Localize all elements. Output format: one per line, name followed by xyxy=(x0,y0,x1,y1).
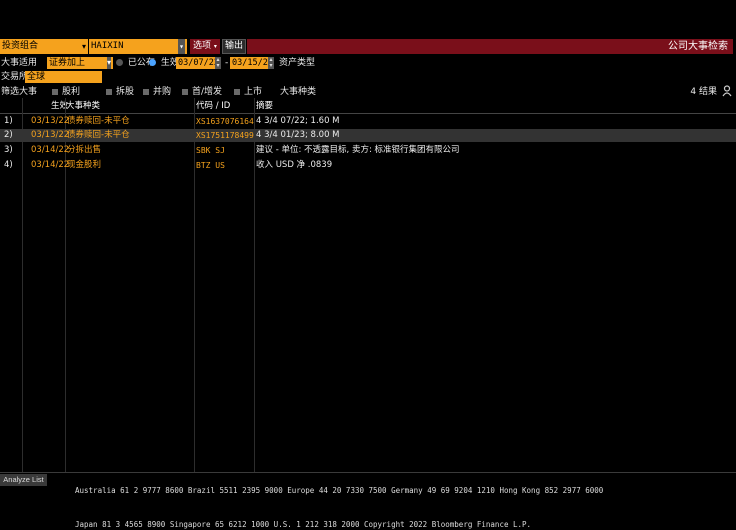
result-count: 4 结果 xyxy=(690,87,717,97)
row-number: 1) xyxy=(4,116,13,126)
row-number: 4) xyxy=(4,160,13,170)
table-row[interactable]: 3) 03/14/22 分拆出售 SBK SJ 建议 - 单位: 不透露目标, … xyxy=(0,144,736,157)
filter-split-label: 拆股 xyxy=(116,87,135,97)
event-scope-value: 证券加上 xyxy=(49,58,86,68)
row-date: 03/13/22 xyxy=(31,130,70,140)
date-to-input[interactable]: 03/15/22 xyxy=(230,57,273,69)
chevron-down-icon: ▾ xyxy=(81,42,86,51)
row-summary: 收入 USD 净 .0839 xyxy=(256,160,333,170)
exchange-input[interactable]: 全球 xyxy=(25,71,102,83)
portfolio-name-dropdown[interactable]: HAIXIN ▾ xyxy=(89,39,187,54)
col-header-summary[interactable]: 摘要 xyxy=(256,100,273,113)
filter-split[interactable]: 拆股 xyxy=(106,86,134,98)
checkbox-icon xyxy=(106,88,112,95)
row-id[interactable]: XS1751178499 xyxy=(196,129,254,142)
export-label: 输出 xyxy=(225,41,244,51)
table-row[interactable]: 1) 03/13/22 债券赎回-未平仓 XS1637076164 4 3/4 … xyxy=(0,115,736,128)
asset-type-link[interactable]: 资产类型 xyxy=(279,57,315,69)
date-from: 03/07/22 xyxy=(178,58,219,68)
chevron-down-icon: ▾ xyxy=(213,43,217,50)
options-label: 选项 xyxy=(193,41,212,51)
row-id[interactable]: SBK SJ xyxy=(196,144,225,157)
portfolio-label: 投资组合 xyxy=(2,41,39,51)
filter-listing[interactable]: 上市 xyxy=(234,86,262,98)
chevron-down-icon: ▾ xyxy=(178,39,185,54)
filter-listing-label: 上市 xyxy=(244,87,263,97)
footer-contacts: Australia 61 2 9777 8600 Brazil 5511 239… xyxy=(75,486,604,495)
event-filter-label: 筛选大事 xyxy=(1,87,38,97)
table-header-row: 生效 大事种类 代码 / ID 摘要 xyxy=(0,100,736,114)
exchange-label: 交易所 xyxy=(1,72,29,82)
filter-offering-label: 首/增发 xyxy=(192,87,223,97)
table-row-selected[interactable]: 2) 03/13/22 债券赎回-未平仓 XS1751178499 4 3/4 … xyxy=(0,129,736,142)
row-id[interactable]: BTZ US xyxy=(196,159,225,172)
row-id[interactable]: XS1637076164 xyxy=(196,115,254,128)
checkbox-icon xyxy=(234,88,240,95)
effective-radio[interactable]: 生效 xyxy=(149,57,179,69)
filter-ma[interactable]: 并购 xyxy=(143,86,171,98)
analyze-list-tab[interactable]: Analyze List xyxy=(0,474,47,486)
export-button[interactable]: 输出 xyxy=(222,39,246,54)
checkbox-icon xyxy=(52,88,58,95)
radio-selected-icon xyxy=(149,59,156,66)
row-event-type: 债券赎回-未平仓 xyxy=(67,116,130,126)
filter-ma-label: 并购 xyxy=(153,87,172,97)
filter-dividend-label: 股利 xyxy=(62,87,81,97)
exchange-value: 全球 xyxy=(27,72,46,82)
portfolio-name: HAIXIN xyxy=(91,41,124,51)
person-icon[interactable] xyxy=(722,85,732,100)
col-header-type[interactable]: 大事种类 xyxy=(66,100,100,113)
portfolio-dropdown[interactable]: 投资组合 ▾ xyxy=(0,39,88,54)
title-bar: 公司大事检索 xyxy=(247,39,733,54)
filter-offering[interactable]: 首/增发 xyxy=(182,86,222,98)
event-type-link[interactable]: 大事种类 xyxy=(280,86,316,98)
page-title: 公司大事检索 xyxy=(668,41,728,52)
date-from-input[interactable]: 03/07/22 xyxy=(176,57,219,69)
date-to: 03/15/22 xyxy=(232,58,273,68)
event-scope-dropdown[interactable]: 证券加上 ▾ xyxy=(47,57,113,69)
table-row[interactable]: 4) 03/14/22 现金股利 BTZ US 收入 USD 净 .0839 xyxy=(0,159,736,172)
row-number: 2) xyxy=(4,130,13,140)
row-summary: 建议 - 单位: 不透露目标, 卖方: 标准银行集团有限公司 xyxy=(256,145,460,155)
row-date: 03/13/22 xyxy=(31,116,70,126)
row-event-type: 现金股利 xyxy=(67,160,102,170)
footer-copyright: Japan 81 3 4565 8900 Singapore 65 6212 1… xyxy=(75,520,532,529)
options-button[interactable]: 选项 ▾ xyxy=(190,39,220,54)
row-summary: 4 3/4 01/23; 8.00 M xyxy=(256,130,340,140)
checkbox-icon xyxy=(182,88,188,95)
date-to-stepper[interactable]: ▴ ▾ xyxy=(268,57,274,69)
date-separator: - xyxy=(225,58,229,68)
chevron-down-icon: ▾ xyxy=(106,57,111,69)
col-header-id[interactable]: 代码 / ID xyxy=(196,100,230,113)
row-date: 03/14/22 xyxy=(31,160,70,170)
bottom-divider xyxy=(0,472,736,473)
row-summary: 4 3/4 07/22; 1.60 M xyxy=(256,116,340,126)
row-event-type: 分拆出售 xyxy=(67,145,102,155)
row-date: 03/14/22 xyxy=(31,145,70,155)
row-event-type: 债券赎回-未平仓 xyxy=(67,130,130,140)
radio-icon xyxy=(116,59,123,66)
checkbox-icon xyxy=(143,88,149,95)
row-number: 3) xyxy=(4,145,13,155)
event-scope-label: 大事适用 xyxy=(1,58,38,68)
filter-dividend[interactable]: 股利 xyxy=(52,86,80,98)
date-from-stepper[interactable]: ▴ ▾ xyxy=(215,57,221,69)
